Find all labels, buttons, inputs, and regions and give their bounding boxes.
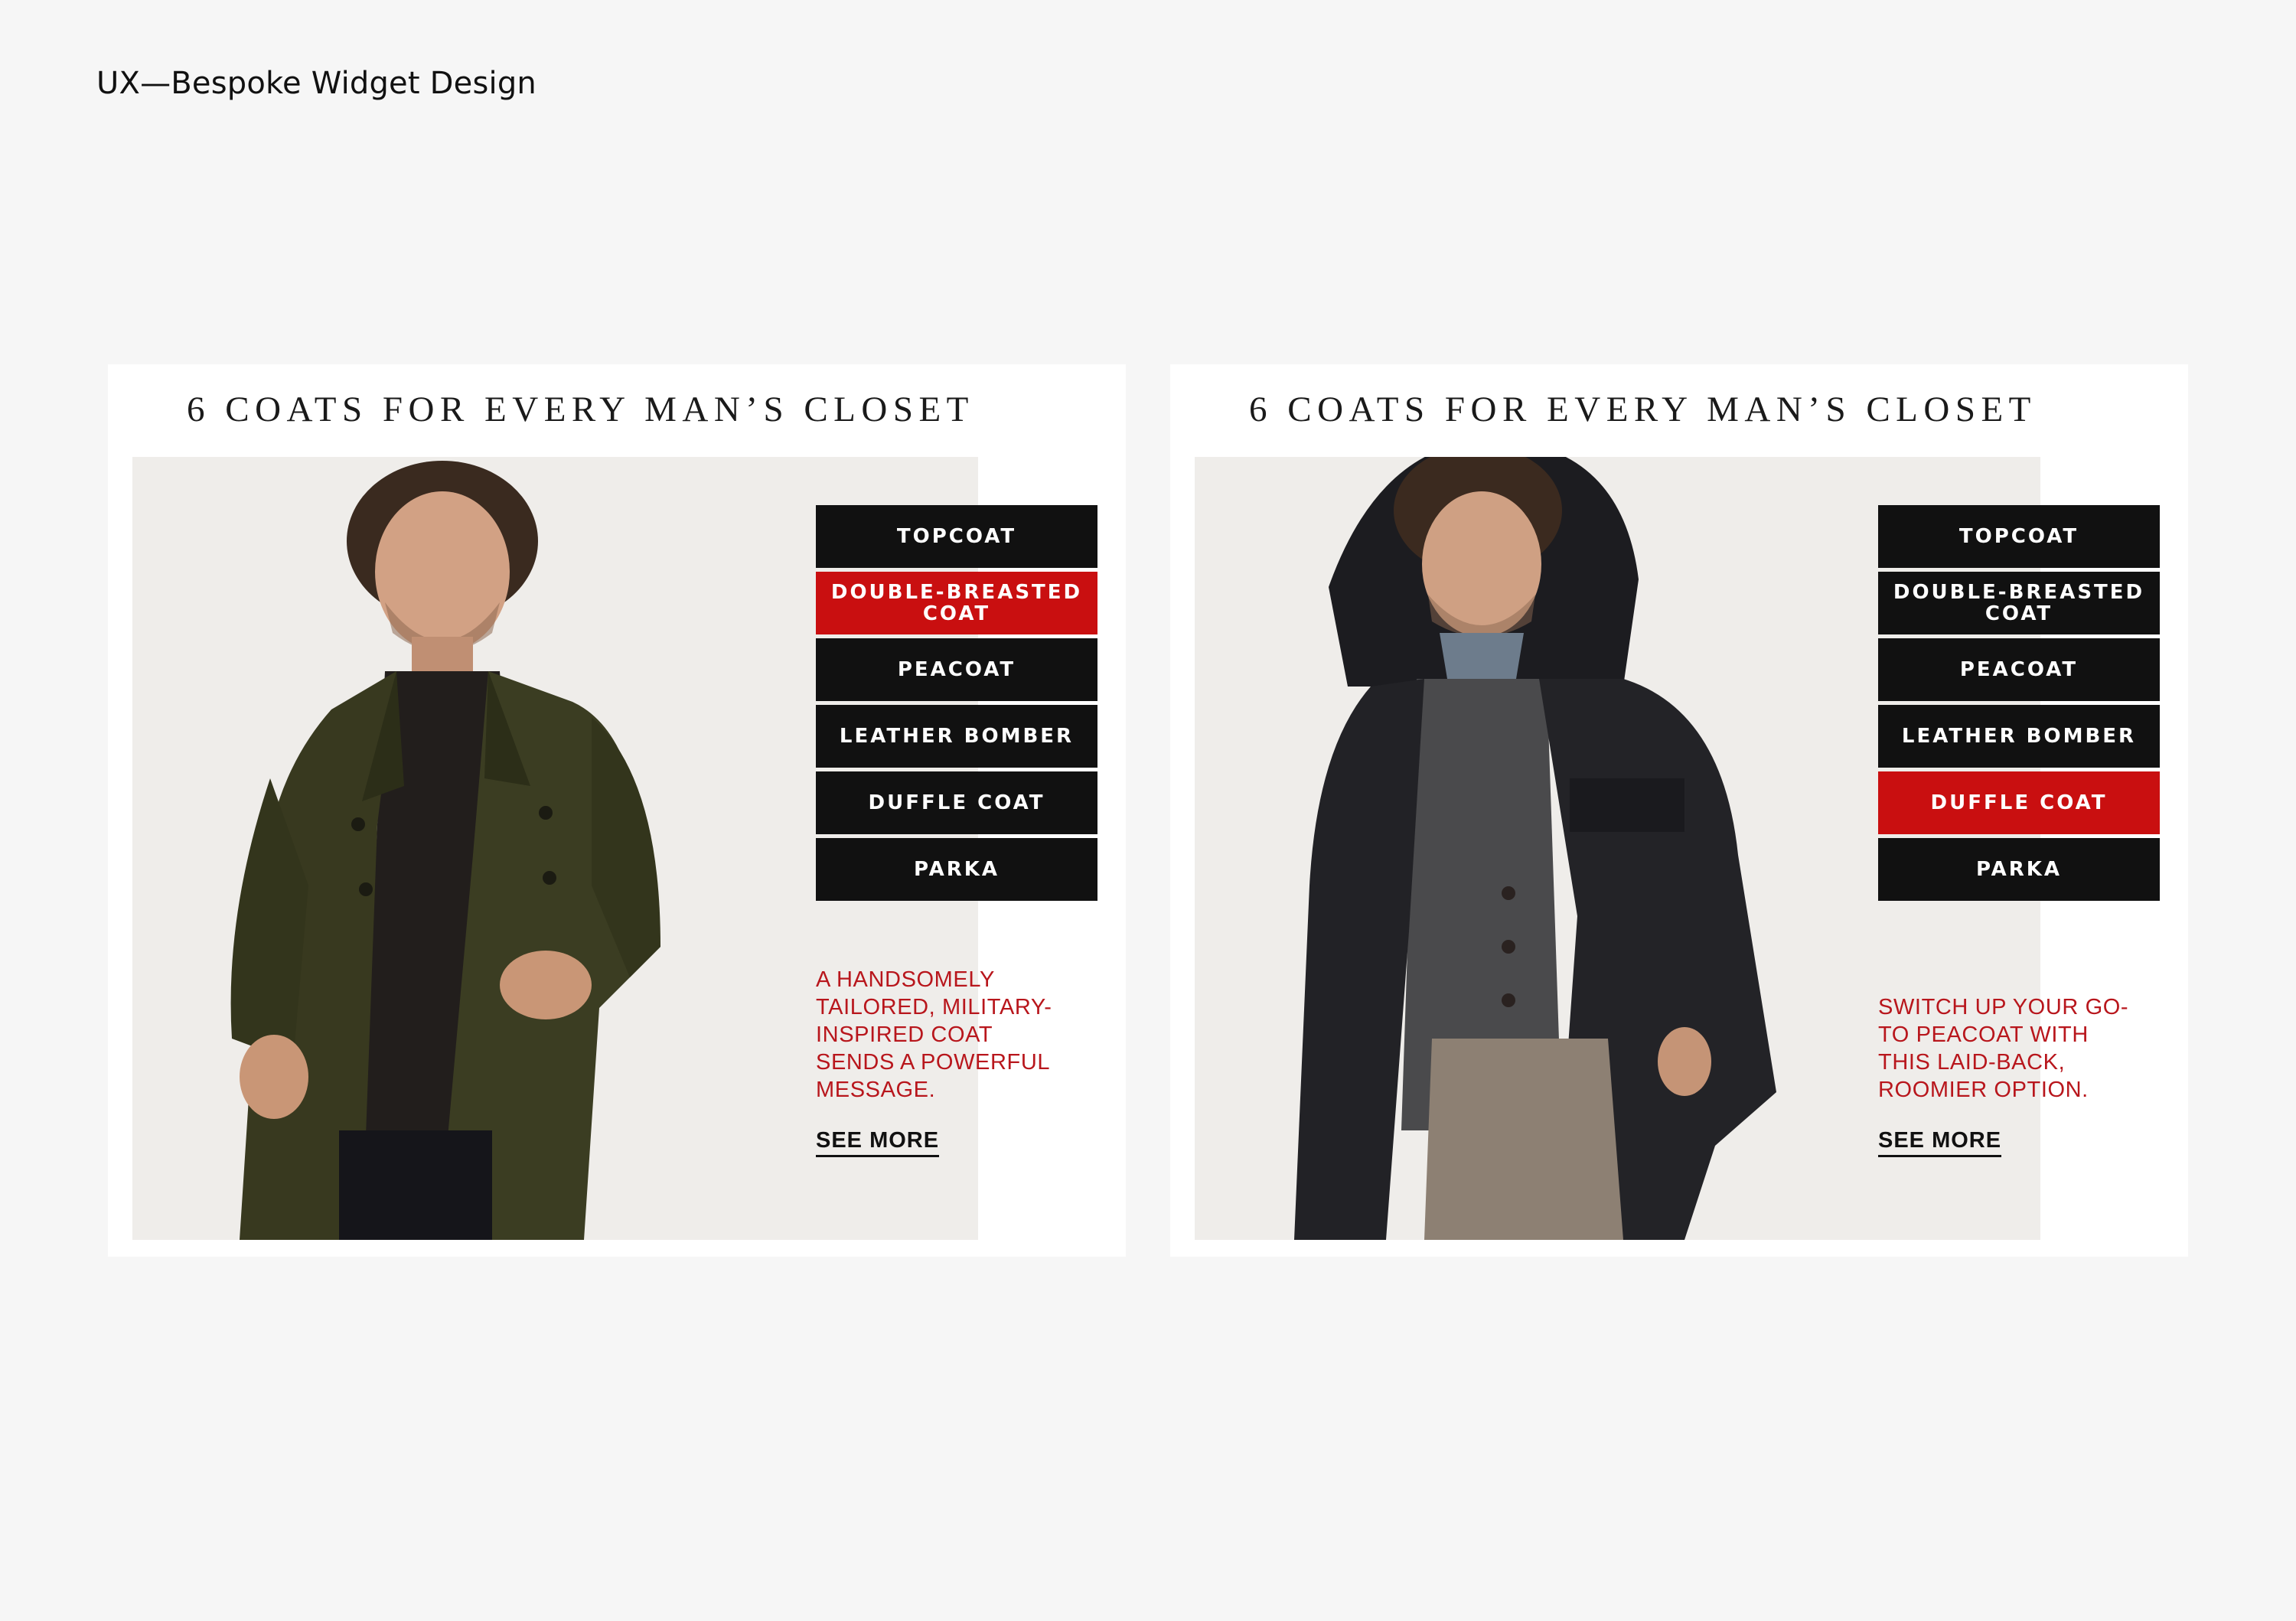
menu-item-double-breasted-coat[interactable]: DOUBLE-BREASTED COAT — [1878, 572, 2160, 634]
menu-item-leather-bomber[interactable]: LEATHER BOMBER — [1878, 705, 2160, 768]
card-heading: 6 COATS FOR EVERY MAN’S CLOSET — [187, 390, 974, 429]
menu-item-parka[interactable]: PARKA — [1878, 838, 2160, 901]
menu-item-parka[interactable]: PARKA — [816, 838, 1097, 901]
coat-type-menu: TOPCOAT DOUBLE-BREASTED COAT PEACOAT LEA… — [1878, 505, 2160, 905]
widget-card-duffle: 6 COATS FOR EVERY MAN’S CLOSET TOPCOAT D… — [1170, 364, 2188, 1257]
see-more-link[interactable]: SEE MORE — [816, 1128, 940, 1157]
see-more-link[interactable]: SEE MORE — [1878, 1128, 2002, 1157]
page-title: UX—Bespoke Widget Design — [96, 66, 536, 101]
menu-item-double-breasted-coat[interactable]: DOUBLE-BREASTED COAT — [816, 572, 1097, 634]
menu-item-duffle-coat[interactable]: DUFFLE COAT — [816, 771, 1097, 834]
menu-item-topcoat[interactable]: TOPCOAT — [1878, 505, 2160, 568]
card-heading: 6 COATS FOR EVERY MAN’S CLOSET — [1249, 390, 2037, 429]
menu-item-duffle-coat[interactable]: DUFFLE COAT — [1878, 771, 2160, 834]
menu-item-peacoat[interactable]: PEACOAT — [816, 638, 1097, 701]
widget-card-double-breasted: 6 COATS FOR EVERY MAN’S CLOSET TOPCOAT D… — [108, 364, 1126, 1257]
coat-description: SWITCH UP YOUR GO-TO PEACOAT WITH THIS L… — [1878, 995, 2129, 1102]
coat-type-menu: TOPCOAT DOUBLE-BREASTED COAT PEACOAT LEA… — [816, 505, 1097, 905]
coat-description: A HANDSOMELY TAILORED, MILITARY-INSPIRED… — [816, 967, 1052, 1102]
menu-item-topcoat[interactable]: TOPCOAT — [816, 505, 1097, 568]
menu-item-peacoat[interactable]: PEACOAT — [1878, 638, 2160, 701]
menu-item-leather-bomber[interactable]: LEATHER BOMBER — [816, 705, 1097, 768]
